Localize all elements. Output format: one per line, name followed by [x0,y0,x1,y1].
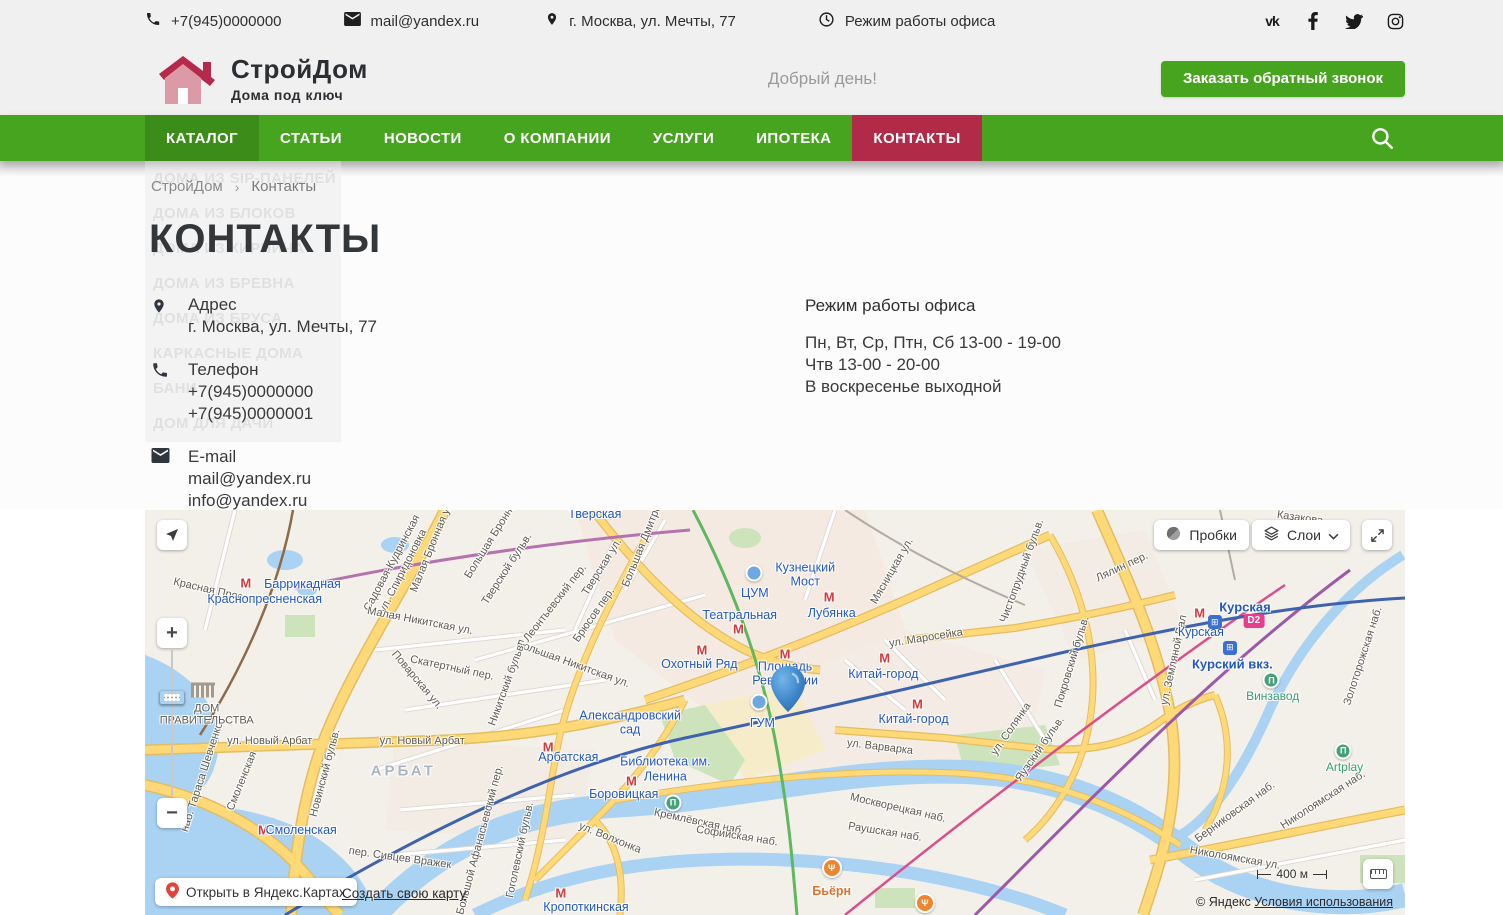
contact-info: Адрес г. Москва, ул. Мечты, 77 Телефон +… [145,294,705,533]
vk-icon[interactable]: vk [1262,11,1282,31]
phone-icon [151,359,173,425]
location-pin-icon[interactable] [771,666,805,717]
open-in-yandex-maps-button[interactable]: Открыть в Яндекс.Картах [155,878,357,906]
topbar-address-text: г. Москва, ул. Мечты, 77 [569,13,736,30]
logo[interactable]: СтройДом Дома под ключ [145,48,368,109]
site-header: СтройДом Дома под ключ Добрый день! Зака… [0,42,1503,115]
create-own-map-link[interactable]: Создать свою карту [342,886,466,901]
email-value[interactable]: info@yandex.ru [188,490,311,512]
facebook-icon[interactable] [1303,11,1323,31]
topbar-email[interactable]: mail@yandex.ru [344,12,480,30]
breadcrumb-home[interactable]: СтройДом [151,178,223,195]
social-links: vk [1262,11,1405,31]
ruler-button[interactable] [1363,859,1393,889]
topbar-hours: Режим работы офиса [818,11,995,32]
address-value: г. Москва, ул. Мечты, 77 [188,316,377,338]
office-hours-line: Чтв 13-00 - 20-00 [805,354,1061,376]
nav-item-news[interactable]: НОВОСТИ [363,115,483,161]
fullscreen-button[interactable] [1362,520,1392,550]
breadcrumb: СтройДом › Контакты [145,161,1405,195]
phone-icon [145,11,161,31]
yandex-map[interactable]: Красная ПресняСадовая-Кудринскаяул. Спир… [145,510,1405,915]
topbar-phone[interactable]: +7(945)0000000 [145,11,282,31]
instagram-icon[interactable] [1385,11,1405,31]
contact-address: Адрес г. Москва, ул. Мечты, 77 [151,294,705,338]
terms-of-use-link[interactable]: Условия использования [1254,895,1393,909]
clock-icon [818,11,835,32]
nav-item-contacts[interactable]: КОНТАКТЫ [852,115,981,161]
topbar-hours-text: Режим работы офиса [845,13,995,30]
company-name: СтройДом [231,54,368,85]
zoom-slider-handle[interactable] [159,690,185,705]
envelope-icon [151,446,173,512]
breadcrumb-current: Контакты [251,178,316,195]
topbar-phone-text: +7(945)0000000 [171,13,282,30]
office-hours-line: В воскресенье выходной [805,376,1061,398]
traffic-button-label: Пробки [1189,527,1237,543]
search-icon[interactable] [1359,115,1405,161]
red-pin-icon [166,882,179,902]
email-value[interactable]: mail@yandex.ru [188,468,311,490]
map-scale-value: 400 м [1271,867,1313,881]
nav-item-services[interactable]: УСЛУГИ [632,115,735,161]
map-pin-icon [545,10,559,32]
contact-email: E-mail mail@yandex.ru info@yandex.ru [151,446,705,512]
office-hours-line: Пн, Вт, Ср, Птн, Сб 13-00 - 19-00 [805,332,1061,354]
nav-item-articles[interactable]: СТАТЬИ [259,115,363,161]
copyright-text: © Яндекс [1196,895,1251,909]
email-label: E-mail [188,446,311,468]
phone-value[interactable]: +7(945)0000001 [188,403,313,425]
map-attribution: © Яндекс Условия использования [1196,895,1393,909]
open-in-yandex-label: Открыть в Яндекс.Картах [186,885,346,900]
chevron-right-icon: › [235,179,240,195]
top-info-bar: +7(945)0000000 mail@yandex.ru г. Москва,… [0,0,1503,42]
zoom-in-button[interactable]: + [157,618,187,648]
phone-value[interactable]: +7(945)0000000 [188,381,313,403]
nav-item-about[interactable]: О КОМПАНИИ [483,115,632,161]
office-hours: Режим работы офиса Пн, Вт, Ср, Птн, Сб 1… [805,294,1061,533]
ruler-icon [1370,869,1387,879]
layers-icon [1263,525,1280,545]
nav-item-catalog[interactable]: КАТАЛОГ [145,115,259,161]
chevron-down-icon [1328,527,1339,543]
layers-button-label: Слои [1287,527,1321,543]
envelope-icon [344,12,361,30]
address-label: Адрес [188,294,377,316]
office-hours-title: Режим работы офиса [805,296,1061,316]
traffic-light-icon [1166,526,1181,544]
house-logo-icon [145,48,217,109]
topbar-address: г. Москва, ул. Мечты, 77 [545,10,736,32]
layers-button[interactable]: Слои [1252,520,1350,550]
twitter-icon[interactable] [1344,11,1364,31]
callback-button[interactable]: Заказать обратный звонок [1161,61,1405,97]
nav-item-mortgage[interactable]: ИПОТЕКА [735,115,852,161]
greeting-text: Добрый день! [768,69,877,89]
page-content: ДОМА ИЗ SIP-ПАНЕЛЕЙ ДОМА ИЗ БЛОКОВ ДОМА … [0,161,1503,510]
phone-label: Телефон [188,359,313,381]
traffic-button[interactable]: Пробки [1154,520,1249,550]
zoom-out-button[interactable]: − [157,798,187,828]
geolocation-button[interactable] [157,520,187,550]
page-title: КОНТАКТЫ [149,217,1405,262]
contact-phone: Телефон +7(945)0000000 +7(945)0000001 [151,359,705,425]
main-nav: КАТАЛОГ СТАТЬИ НОВОСТИ О КОМПАНИИ УСЛУГИ… [0,115,1503,161]
map-scale: 400 м [1257,867,1327,881]
topbar-email-text: mail@yandex.ru [371,13,480,30]
map-pin-icon [151,294,173,338]
zoom-slider-track[interactable] [171,650,173,796]
company-tagline: Дома под ключ [231,87,368,103]
